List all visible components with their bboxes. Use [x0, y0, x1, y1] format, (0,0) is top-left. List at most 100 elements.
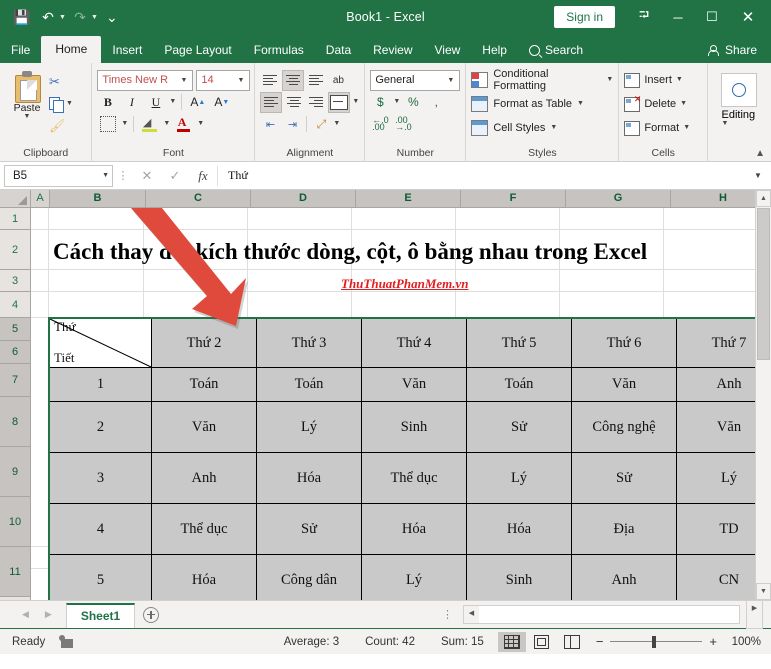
font-color-button[interactable]: A [173, 114, 194, 134]
align-middle-button[interactable] [282, 69, 305, 91]
row-header-3[interactable]: 3 [0, 270, 30, 292]
table-period-cell[interactable]: 5 [49, 554, 152, 600]
tab-insert[interactable]: Insert [101, 38, 153, 63]
table-cell[interactable]: Sử [571, 452, 677, 504]
align-center-button[interactable] [284, 93, 304, 112]
orientation-dropdown-icon[interactable]: ▼ [333, 120, 340, 127]
column-header-A[interactable]: A [31, 190, 50, 207]
column-header-B[interactable]: B [50, 190, 146, 207]
table-cell[interactable]: Anh [571, 554, 677, 600]
tab-view[interactable]: View [424, 38, 472, 63]
column-header-E[interactable]: E [356, 190, 461, 207]
borders-button[interactable] [97, 114, 118, 134]
table-cell[interactable]: Hóa [466, 503, 572, 555]
table-cell[interactable]: Lý [361, 554, 467, 600]
row-header-7[interactable]: 7 [0, 364, 30, 397]
customize-qat-icon[interactable]: ⌄ [100, 5, 124, 29]
table-period-cell[interactable]: 4 [49, 503, 152, 555]
fill-color-dropdown-icon[interactable]: ▼ [163, 120, 170, 127]
column-header-G[interactable]: G [566, 190, 671, 207]
vertical-scroll-thumb[interactable] [757, 208, 770, 360]
cell-styles-dropdown-icon[interactable]: ▼ [550, 124, 557, 131]
align-top-button[interactable] [260, 71, 280, 90]
insert-function-icon[interactable]: fx [189, 168, 217, 184]
normal-view-button[interactable] [497, 631, 526, 652]
minimize-icon[interactable]: ─ [661, 2, 695, 32]
page-break-view-button[interactable] [558, 632, 586, 652]
number-format-combo[interactable]: General ▼ [370, 69, 461, 91]
previous-sheet-icon[interactable]: ◀ [22, 609, 29, 620]
paste-dropdown-icon[interactable]: ▼ [24, 113, 31, 120]
table-cell[interactable]: Sử [256, 503, 362, 555]
redo-dropdown-icon[interactable]: ▼ [91, 14, 98, 21]
percent-button[interactable]: % [403, 93, 423, 112]
table-cell[interactable]: Hóa [361, 503, 467, 555]
row-header-11[interactable]: 11 [0, 547, 30, 597]
table-cell[interactable]: Văn [151, 401, 257, 453]
name-box[interactable]: B5 ▼ [4, 164, 113, 187]
bold-button[interactable]: B [97, 92, 118, 112]
grid-cells[interactable]: Cách thay đổi kích thước dòng, cột, ô bằ… [31, 208, 771, 600]
zoom-slider-thumb[interactable] [652, 635, 657, 648]
zoom-out-button[interactable]: − [596, 634, 604, 649]
format-as-table-button[interactable]: Format as Table ▼ [471, 93, 584, 115]
table-header-cell[interactable]: Thứ 5 [466, 318, 572, 368]
conditional-formatting-button[interactable]: Conditional Formatting ▼ [471, 68, 613, 92]
copy-button[interactable]: ▼ [49, 94, 73, 113]
row-header-8[interactable]: 8 [0, 397, 30, 447]
table-cell[interactable]: Sinh [466, 554, 572, 600]
merge-center-button[interactable] [328, 91, 351, 113]
decrease-decimal-button[interactable]: .00 →.0 [393, 115, 413, 134]
table-cell[interactable]: Sử [466, 401, 572, 453]
table-cell[interactable]: Công dân [256, 554, 362, 600]
table-cell[interactable]: Thể dục [151, 503, 257, 555]
row-header-1[interactable]: 1 [0, 208, 30, 230]
column-header-D[interactable]: D [251, 190, 356, 207]
select-all-corner[interactable] [0, 190, 31, 207]
confirm-edit-icon[interactable]: ✓ [161, 168, 189, 184]
font-color-dropdown-icon[interactable]: ▼ [197, 120, 204, 127]
table-header-cell[interactable]: Thứ 3 [256, 318, 362, 368]
table-period-cell[interactable]: 2 [49, 401, 152, 453]
scroll-right-icon[interactable]: ▶ [746, 600, 763, 629]
wrap-text-button[interactable]: ab [328, 71, 348, 90]
cancel-edit-icon[interactable]: ✕ [133, 168, 161, 184]
delete-dropdown-icon[interactable]: ▼ [680, 100, 687, 107]
formula-input[interactable]: Thứ [217, 165, 749, 186]
formula-bar-handle[interactable]: ⋮ [113, 169, 133, 182]
ribbon-search[interactable]: Search [518, 38, 594, 63]
format-as-table-dropdown-icon[interactable]: ▼ [577, 100, 584, 107]
undo-dropdown-icon[interactable]: ▼ [59, 14, 66, 21]
tab-file[interactable]: File [0, 38, 41, 63]
comma-style-button[interactable]: , [426, 93, 446, 112]
table-period-cell[interactable]: 1 [49, 367, 152, 402]
tab-data[interactable]: Data [315, 38, 362, 63]
schedule-table[interactable]: Thứ Tiết Thứ 2 Thứ 3 Thứ 4 Thứ 5 Thứ 6 T… [49, 318, 771, 600]
sheet-bar-handle[interactable]: ⋮ [442, 608, 463, 621]
table-cell[interactable]: Thể dục [361, 452, 467, 504]
font-name-chevron-down-icon[interactable]: ▼ [177, 77, 190, 84]
orientation-button[interactable]: ⤢ [311, 115, 331, 134]
tab-help[interactable]: Help [471, 38, 518, 63]
next-sheet-icon[interactable]: ▶ [45, 609, 52, 620]
tab-formulas[interactable]: Formulas [243, 38, 315, 63]
row-header-4[interactable]: 4 [0, 292, 30, 318]
font-name-combo[interactable]: Times New R ▼ [97, 69, 194, 91]
zoom-in-button[interactable]: + [709, 634, 717, 649]
table-cell[interactable]: Công nghệ [571, 401, 677, 453]
table-header-cell[interactable]: Thứ 6 [571, 318, 677, 368]
row-header-10[interactable]: 10 [0, 497, 30, 547]
scroll-down-icon[interactable]: ▼ [756, 583, 771, 600]
save-icon[interactable]: 💾 [10, 5, 34, 29]
align-bottom-button[interactable] [306, 71, 326, 90]
horizontal-scrollbar[interactable]: ◀ [463, 605, 740, 624]
share-button[interactable]: Share [698, 38, 771, 63]
tab-page-layout[interactable]: Page Layout [153, 38, 242, 63]
row-header-5[interactable]: 5 [0, 318, 30, 341]
merge-dropdown-icon[interactable]: ▼ [352, 98, 359, 105]
maximize-icon[interactable]: ☐ [695, 2, 729, 32]
table-cell[interactable]: Hóa [151, 554, 257, 600]
currency-dropdown-icon[interactable]: ▼ [393, 98, 400, 105]
fill-color-button[interactable]: ◢ [139, 114, 160, 134]
font-size-chevron-down-icon[interactable]: ▼ [234, 77, 247, 84]
